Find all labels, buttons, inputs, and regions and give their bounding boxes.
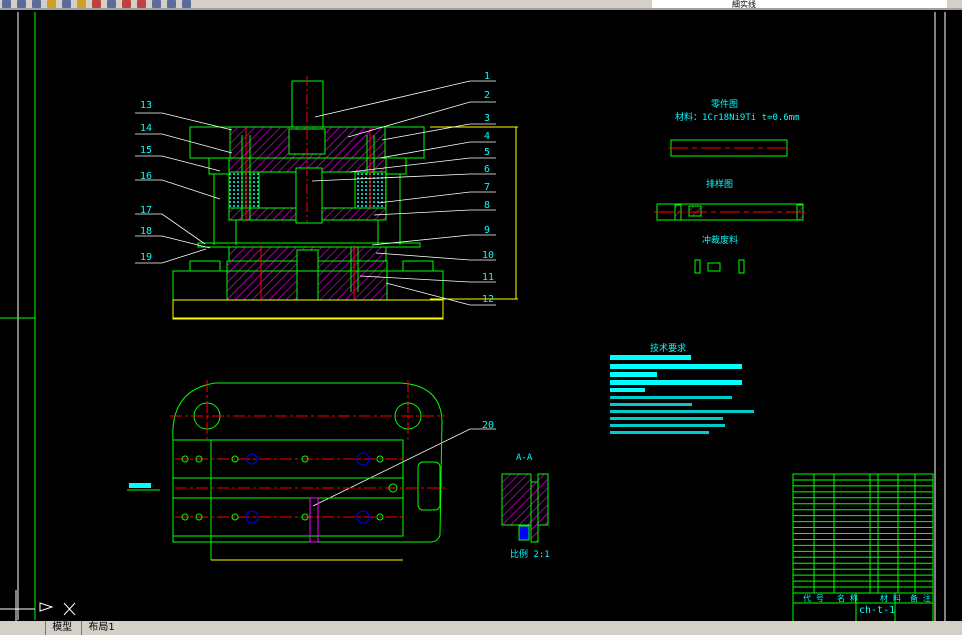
layout-drawing-title: 排样图	[706, 178, 733, 190]
tool-icon[interactable]	[2, 0, 11, 8]
ucs-icon	[0, 590, 76, 621]
svg-text:15: 15	[140, 145, 152, 156]
tool-icon[interactable]	[32, 0, 41, 8]
svg-text:1: 1	[484, 71, 490, 82]
svg-text:18: 18	[140, 226, 152, 237]
toolbar: 細实线	[0, 0, 962, 10]
title-header-name: 名 称	[837, 593, 858, 603]
svg-text:7: 7	[484, 182, 490, 193]
svg-text:17: 17	[140, 205, 152, 216]
svg-text:8: 8	[484, 200, 490, 211]
section-view	[501, 473, 549, 543]
tool-icon[interactable]	[167, 0, 176, 8]
svg-text:5: 5	[484, 147, 490, 158]
layout-tabs: 模型 布局1	[0, 621, 962, 635]
scrap-drawing-title: 冲裁废料	[702, 234, 738, 246]
drawing-canvas[interactable]: 1 2 3 4 5 6 7 8 9 10 11 12 13 14 15 16 17 18 19 20 A-A 比例 …	[0, 12, 962, 621]
layer-dropdown[interactable]: 細实线	[652, 0, 947, 9]
svg-text:16: 16	[140, 171, 152, 182]
part-drawings	[654, 139, 805, 274]
tool-icon[interactable]	[107, 0, 116, 8]
tool-icon[interactable]	[92, 0, 101, 8]
svg-text:19: 19	[140, 252, 152, 263]
svg-text:20: 20	[482, 420, 494, 431]
svg-text:13: 13	[140, 100, 152, 111]
assembly-drawing	[172, 76, 518, 320]
tech-requirements-text	[610, 355, 754, 434]
svg-text:6: 6	[484, 164, 490, 175]
plan-view	[127, 380, 445, 561]
section-scale: 比例 2:1	[510, 548, 550, 560]
title-header-code: 代 号	[803, 593, 824, 603]
tool-icon[interactable]	[182, 0, 191, 8]
svg-text:10: 10	[482, 250, 494, 261]
title-header-material: 材 料	[880, 593, 901, 603]
tool-icon[interactable]	[17, 0, 26, 8]
tab-layout1[interactable]: 布局1	[81, 621, 120, 635]
svg-text:3: 3	[484, 113, 490, 124]
tab-nav[interactable]	[0, 621, 42, 635]
svg-text:11: 11	[482, 272, 494, 283]
tool-icon[interactable]	[152, 0, 161, 8]
part-material: 材料：1Cr18Ni9Ti t=0.6mm	[675, 111, 800, 123]
svg-text:2: 2	[484, 90, 490, 101]
tool-icon[interactable]	[47, 0, 56, 8]
svg-text:14: 14	[140, 123, 152, 134]
layer-name: 細实线	[732, 0, 756, 9]
part-drawing-title: 零件图	[711, 98, 738, 110]
tool-icon[interactable]	[122, 0, 131, 8]
tool-icon[interactable]	[137, 0, 146, 8]
svg-text:4: 4	[484, 131, 490, 142]
title-header-remark: 备 注	[910, 593, 931, 603]
svg-text:9: 9	[484, 225, 490, 236]
tech-requirements-title: 技术要求	[650, 342, 686, 354]
svg-text:12: 12	[482, 294, 494, 305]
tab-model[interactable]: 模型	[45, 621, 78, 635]
drawing-code: ch-t-1	[859, 605, 895, 616]
section-title: A-A	[516, 453, 533, 463]
tool-icon[interactable]	[77, 0, 86, 8]
tool-icon[interactable]	[62, 0, 71, 8]
